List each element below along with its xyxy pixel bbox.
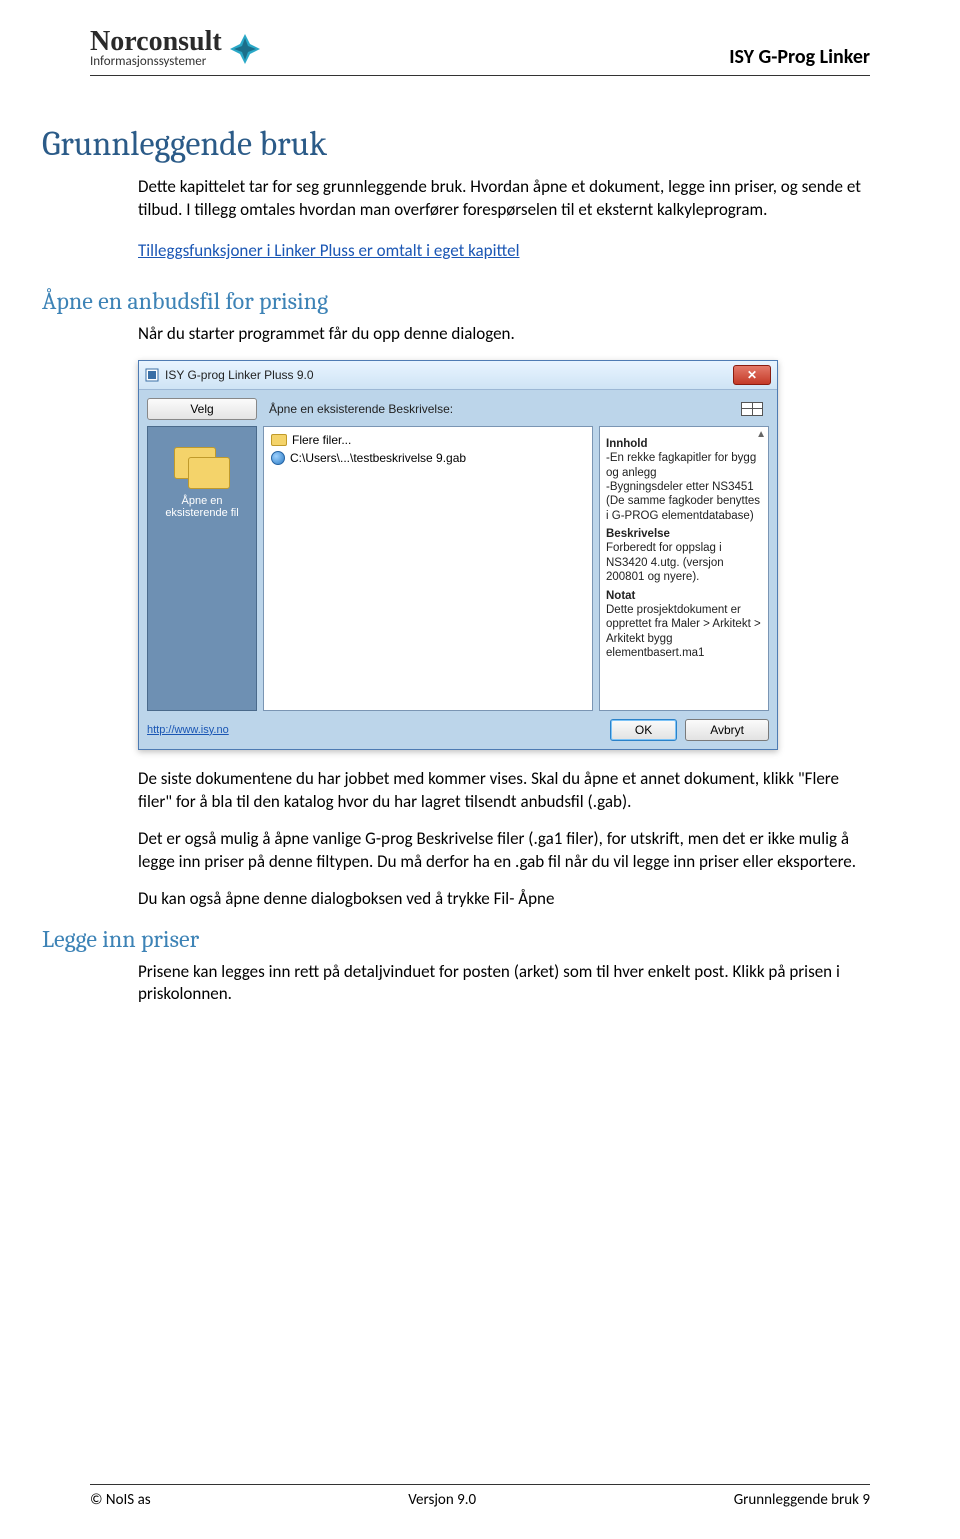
logo-icon — [228, 32, 262, 66]
folder-stack-icon — [174, 439, 230, 487]
chapter-title: Grunnleggende bruk — [42, 124, 870, 164]
page-header: Norconsult Informasjonssystemer ISY G-Pr… — [90, 28, 870, 76]
close-icon: ✕ — [747, 368, 757, 382]
cancel-button[interactable]: Avbryt — [685, 719, 769, 741]
section-legge-inn-priser: Legge inn priser — [42, 925, 870, 953]
list-item-label: Flere filer... — [292, 433, 351, 447]
header-product-title: ISY G-Prog Linker — [729, 45, 870, 69]
info-heading-innhold: Innhold — [606, 437, 762, 451]
isy-link[interactable]: http://www.isy.no — [147, 724, 229, 736]
logo-main: Norconsult — [90, 28, 222, 56]
open-file-dialog: ISY G-prog Linker Pluss 9.0 ✕ Velg Åpne … — [138, 360, 778, 750]
open-file-intro: Når du starter programmet får du opp den… — [138, 323, 870, 346]
logo: Norconsult Informasjonssystemer — [90, 28, 262, 69]
file-list-item-more[interactable]: Flere filer... — [268, 431, 588, 449]
folder-icon — [271, 434, 287, 446]
footer-left: © NoIS as — [90, 1491, 151, 1509]
paragraph-priser: Prisene kan legges inn rett på detaljvin… — [138, 961, 870, 1007]
dialog-title: ISY G-prog Linker Pluss 9.0 — [165, 368, 314, 382]
section-open-file: Åpne en anbudsfil for prising — [42, 287, 870, 315]
info-heading-notat: Notat — [606, 589, 762, 603]
info-panel: ▲ Innhold -En rekke fagkapitler for bygg… — [599, 426, 769, 711]
paragraph-recent-docs: De siste dokumentene du har jobbet med k… — [138, 768, 870, 814]
paragraph-menu-open: Du kan også åpne denne dialogboksen ved … — [138, 888, 870, 911]
view-mode-icon[interactable] — [741, 402, 763, 416]
info-heading-beskrivelse: Beskrivelse — [606, 527, 762, 541]
info-text-innhold: -En rekke fagkapitler for bygg og anlegg… — [606, 451, 762, 523]
app-icon — [145, 368, 159, 382]
logo-sub: Informasjonssystemer — [90, 54, 222, 69]
velg-button[interactable]: Velg — [147, 398, 257, 420]
info-text-beskrivelse: Forberedt for oppslag i NS3420 4.utg. (v… — [606, 541, 762, 584]
pluss-link[interactable]: Tilleggsfunksjoner i Linker Pluss er omt… — [138, 240, 519, 261]
sidebar-open-existing[interactable]: Åpne en eksisterende fil — [147, 426, 257, 711]
list-item-label: C:\Users\...\testbeskrivelse 9.gab — [290, 451, 466, 465]
info-text-notat: Dette prosjektdokument er opprettet fra … — [606, 603, 762, 661]
scroll-up-icon[interactable]: ▲ — [756, 429, 766, 442]
sidebar-open-label: Åpne en eksisterende fil — [154, 495, 250, 519]
dialog-titlebar: ISY G-prog Linker Pluss 9.0 ✕ — [139, 361, 777, 390]
page-footer: © NoIS as Versjon 9.0 Grunnleggende bruk… — [90, 1484, 870, 1509]
intro-paragraph: Dette kapittelet tar for seg grunnleggen… — [138, 176, 870, 222]
close-button[interactable]: ✕ — [733, 365, 771, 385]
dialog-subtitle: Åpne en eksisterende Beskrivelse: — [269, 402, 453, 416]
file-list-item-recent[interactable]: C:\Users\...\testbeskrivelse 9.gab — [268, 449, 588, 467]
file-list[interactable]: Flere filer... C:\Users\...\testbeskrive… — [263, 426, 593, 711]
footer-center: Versjon 9.0 — [408, 1491, 476, 1509]
ok-button[interactable]: OK — [610, 719, 677, 741]
file-icon — [271, 451, 285, 465]
dialog-subtitle-bar: Åpne en eksisterende Beskrivelse: — [263, 398, 769, 420]
footer-right: Grunnleggende bruk 9 — [734, 1491, 870, 1509]
paragraph-ga1-note: Det er også mulig å åpne vanlige G-prog … — [138, 828, 870, 874]
